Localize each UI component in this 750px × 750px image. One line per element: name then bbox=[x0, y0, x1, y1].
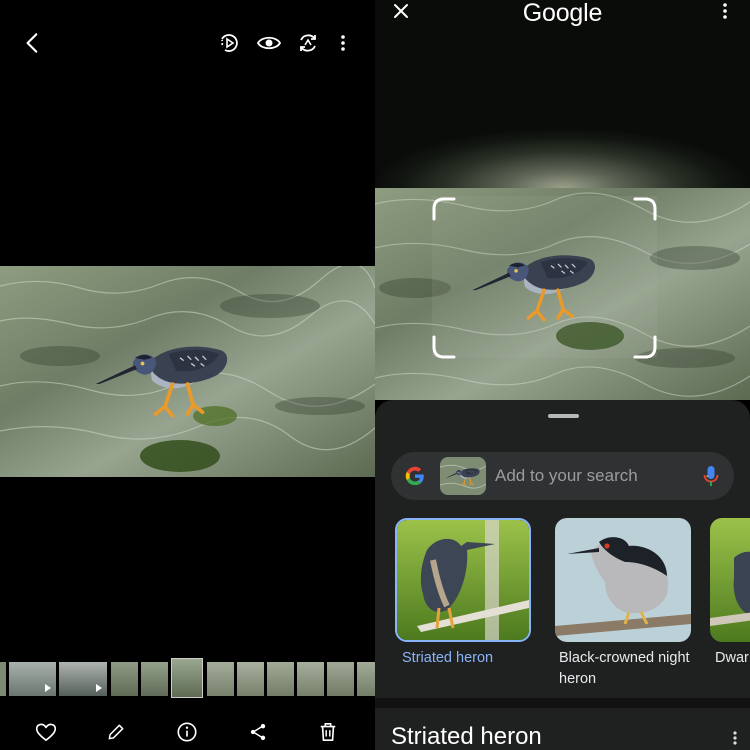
result-section-title: Striated heron bbox=[391, 723, 542, 750]
eye-icon[interactable] bbox=[255, 30, 283, 56]
play-icon bbox=[45, 684, 51, 692]
sheet-drag-handle[interactable] bbox=[548, 414, 579, 418]
pencil-icon[interactable] bbox=[104, 720, 128, 744]
section-divider bbox=[375, 698, 750, 708]
film-thumb[interactable] bbox=[297, 662, 324, 696]
lens-search-bar[interactable]: Add to your search bbox=[391, 452, 734, 500]
film-thumb[interactable] bbox=[327, 662, 354, 696]
back-arrow-icon[interactable] bbox=[20, 30, 46, 56]
lens-header-area bbox=[375, 0, 750, 188]
info-icon[interactable] bbox=[175, 720, 199, 744]
heart-icon[interactable] bbox=[34, 720, 58, 744]
film-thumb[interactable] bbox=[237, 662, 264, 696]
more-vert-icon[interactable] bbox=[333, 30, 353, 56]
mic-icon[interactable] bbox=[700, 464, 722, 488]
google-lens: Google Add to your search Striated heron… bbox=[375, 0, 750, 750]
result-card-night-heron[interactable] bbox=[555, 518, 691, 642]
film-thumb[interactable] bbox=[59, 662, 107, 696]
result-card-dwarf[interactable] bbox=[710, 518, 750, 642]
gallery-action-bar bbox=[0, 712, 375, 750]
film-thumb[interactable] bbox=[357, 662, 375, 696]
remaster-icon[interactable] bbox=[295, 30, 321, 56]
more-vert-icon[interactable] bbox=[715, 0, 735, 22]
film-thumb[interactable] bbox=[9, 662, 56, 696]
film-thumb[interactable] bbox=[111, 662, 138, 696]
search-image-thumbnail[interactable] bbox=[440, 457, 486, 495]
film-thumb-current[interactable] bbox=[171, 658, 203, 698]
motion-photo-icon[interactable] bbox=[216, 30, 242, 56]
result-label[interactable]: Striated heron bbox=[402, 648, 493, 669]
filmstrip[interactable] bbox=[0, 658, 375, 698]
result-card-striated-heron[interactable] bbox=[395, 518, 531, 642]
more-vert-icon[interactable] bbox=[732, 730, 738, 750]
film-thumb[interactable] bbox=[207, 662, 234, 696]
main-photo[interactable] bbox=[0, 266, 375, 477]
result-label[interactable]: Dwar bbox=[715, 648, 749, 669]
search-input[interactable]: Add to your search bbox=[495, 466, 638, 486]
gallery-viewer bbox=[0, 0, 375, 750]
google-g-icon bbox=[403, 464, 427, 488]
trash-icon[interactable] bbox=[316, 720, 340, 744]
film-thumb[interactable] bbox=[141, 662, 168, 696]
result-label[interactable]: Black-crowned night heron bbox=[559, 648, 699, 690]
selection-frame[interactable] bbox=[432, 197, 657, 359]
share-icon[interactable] bbox=[246, 720, 270, 744]
google-logo-text: Google bbox=[522, 0, 603, 27]
results-sheet[interactable]: Add to your search Striated heron Black-… bbox=[375, 400, 750, 750]
play-icon bbox=[96, 684, 102, 692]
film-thumb[interactable] bbox=[267, 662, 294, 696]
film-thumb[interactable] bbox=[0, 662, 6, 696]
